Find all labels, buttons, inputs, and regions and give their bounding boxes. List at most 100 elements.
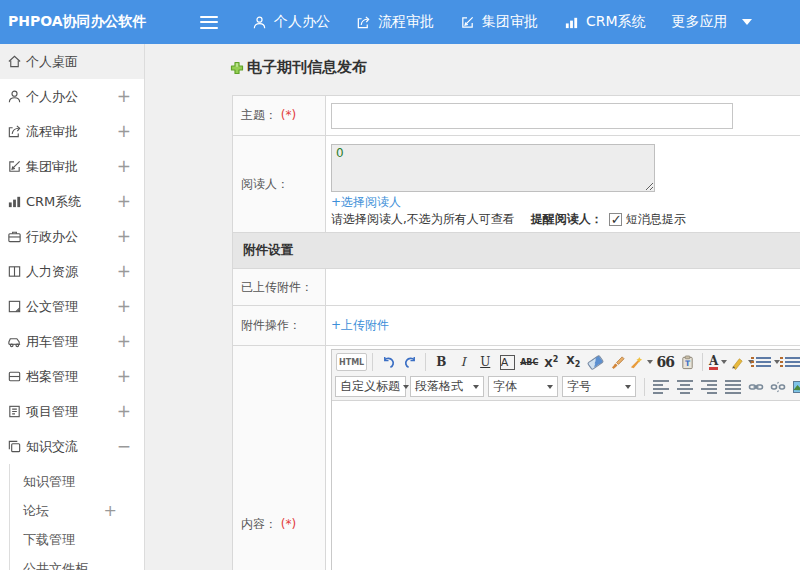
align-justify-button[interactable] (722, 377, 744, 397)
chat-copy-icon (7, 439, 22, 454)
ordered-list-button[interactable] (756, 352, 780, 372)
sidebar-item-workflow[interactable]: 流程审批 + (0, 114, 144, 149)
sidebar-item-label: 公文管理 (26, 298, 117, 316)
italic-button[interactable]: I (453, 352, 473, 372)
nav-personal-office[interactable]: 个人办公 (252, 13, 330, 31)
sidebar-item-archive[interactable]: 档案管理 + (0, 359, 144, 394)
expand-plus-icon[interactable]: + (117, 228, 144, 245)
nav-workflow-approval[interactable]: 流程审批 (356, 13, 434, 31)
knowledge-submenu: 知识管理 论坛 + 下载管理 公共文件柜 (9, 464, 144, 570)
sidebar-item-personal-office[interactable]: 个人办公 + (0, 79, 144, 114)
subject-row: 主题： (*) (233, 96, 800, 136)
subject-input[interactable] (331, 103, 733, 129)
format-painter-button[interactable] (607, 352, 627, 372)
edit-icon (460, 15, 475, 30)
sidebar-item-label: 知识交流 (26, 438, 117, 456)
nav-label: 集团审批 (482, 13, 538, 31)
collapse-minus-icon[interactable]: − (117, 438, 144, 455)
attachment-actions-row: 附件操作： +上传附件 (233, 306, 800, 346)
subject-label: 主题： (*) (233, 96, 326, 136)
sidebar-item-label: 用车管理 (26, 333, 117, 351)
sidebar-item-hr[interactable]: 人力资源 + (0, 254, 144, 289)
strikethrough-button[interactable]: ABC (519, 352, 539, 372)
font-family-select[interactable]: 字体 (488, 376, 558, 397)
sidebar-item-label: 行政办公 (26, 228, 117, 246)
nav-more-apps[interactable]: 更多应用 (672, 13, 752, 31)
book-icon (7, 264, 22, 279)
readers-textarea[interactable]: 0 (331, 144, 655, 192)
sidebar-item-vehicle[interactable]: 用车管理 + (0, 324, 144, 359)
sidebar-item-label: 集团审批 (26, 158, 117, 176)
expand-plus-icon[interactable]: + (117, 298, 144, 315)
sidebar-item-group-approval[interactable]: 集团审批 + (0, 149, 144, 184)
main-content: 电子期刊信息发布 主题： (*) 阅读人： 0 +选择阅读人 请选择阅读人,不选… (146, 44, 800, 570)
align-left-button[interactable] (650, 377, 672, 397)
chart-icon (7, 194, 22, 209)
sidebar-subitem-label: 论坛 (23, 502, 104, 520)
sidebar-item-crm[interactable]: CRM系统 + (0, 184, 144, 219)
insert-image-button[interactable] (790, 377, 800, 397)
eraser-button[interactable] (585, 352, 605, 372)
expand-plus-icon[interactable]: + (117, 368, 144, 385)
svg-text:T: T (685, 359, 691, 368)
expand-plus-icon[interactable]: + (117, 158, 144, 175)
chevron-down-icon (742, 19, 752, 25)
custom-title-select[interactable]: 自定义标题 (335, 376, 406, 397)
expand-plus-icon[interactable]: + (117, 403, 144, 420)
sms-notify-checkbox[interactable] (609, 213, 622, 226)
expand-plus-icon[interactable]: + (117, 123, 144, 140)
unlink-button[interactable] (768, 377, 788, 397)
sidebar-subitem-public-cabinet[interactable]: 公共文件柜 (10, 554, 144, 570)
sidebar-item-label: 人力资源 (26, 263, 117, 281)
undo-button[interactable] (378, 352, 398, 372)
editor-content-area[interactable] (332, 401, 800, 570)
document-icon (7, 299, 22, 314)
sidebar-item-document-mgmt[interactable]: 公文管理 + (0, 289, 144, 324)
expand-plus-icon[interactable]: + (117, 333, 144, 350)
html-source-button[interactable]: HTML (336, 353, 367, 371)
blockquote-button[interactable]: 66 (655, 352, 675, 372)
sidebar-item-label: 流程审批 (26, 123, 117, 141)
select-readers-link[interactable]: +选择阅读人 (331, 194, 401, 211)
expand-plus-icon[interactable]: + (117, 88, 144, 105)
readers-row: 阅读人： 0 +选择阅读人 请选择阅读人,不选为所有人可查看 提醒阅读人： 短消… (233, 136, 800, 233)
uploaded-attachments-row: 已上传附件： (233, 269, 800, 306)
sidebar-item-knowledge[interactable]: 知识交流 − (0, 429, 144, 464)
font-border-button[interactable]: A (500, 355, 515, 370)
font-size-select[interactable]: 字号 (562, 376, 636, 397)
paste-text-button[interactable]: T (677, 352, 697, 372)
superscript-button[interactable]: X2 (541, 352, 561, 372)
subscript-button[interactable]: X2 (563, 352, 583, 372)
sidebar-item-label: 档案管理 (26, 368, 117, 386)
nav-group-approval[interactable]: 集团审批 (460, 13, 538, 31)
sidebar-subitem-knowledge-mgmt[interactable]: 知识管理 (10, 467, 144, 496)
bold-button[interactable]: B (431, 352, 451, 372)
nav-label: 流程审批 (378, 13, 434, 31)
sidebar-item-desktop[interactable]: 个人桌面 (0, 44, 144, 79)
nav-crm-system[interactable]: CRM系统 (564, 13, 646, 31)
archive-icon (7, 369, 22, 384)
sidebar-subitem-download-mgmt[interactable]: 下载管理 (10, 525, 144, 554)
link-button[interactable] (746, 377, 766, 397)
top-navbar: PHPOA协同办公软件 个人办公 流程审批 集团审批 CRM系统 更多应用 (0, 0, 800, 44)
underline-button[interactable]: U (475, 352, 495, 372)
redo-button[interactable] (400, 352, 420, 372)
sidebar-subitem-forum[interactable]: 论坛 + (10, 496, 144, 525)
sidebar-subitem-label: 下载管理 (23, 531, 144, 549)
align-center-button[interactable] (674, 377, 696, 397)
expand-plus-icon[interactable]: + (104, 503, 144, 519)
publish-form: 主题： (*) 阅读人： 0 +选择阅读人 请选择阅读人,不选为所有人可查看 提… (232, 95, 800, 570)
expand-plus-icon[interactable]: + (117, 193, 144, 210)
sidebar-item-project[interactable]: 项目管理 + (0, 394, 144, 429)
autotypeset-button[interactable] (629, 352, 653, 372)
paragraph-format-select[interactable]: 段落格式 (410, 376, 484, 397)
attachment-section-header: 附件设置 (233, 233, 800, 269)
align-right-button[interactable] (698, 377, 720, 397)
expand-plus-icon[interactable]: + (117, 263, 144, 280)
hamburger-menu-icon[interactable] (200, 16, 218, 29)
font-color-button[interactable]: A (708, 352, 728, 372)
upload-attachment-link[interactable]: +上传附件 (331, 318, 389, 332)
sidebar-item-admin-office[interactable]: 行政办公 + (0, 219, 144, 254)
unordered-list-button[interactable] (782, 352, 800, 372)
sidebar-item-label: 个人办公 (26, 88, 117, 106)
